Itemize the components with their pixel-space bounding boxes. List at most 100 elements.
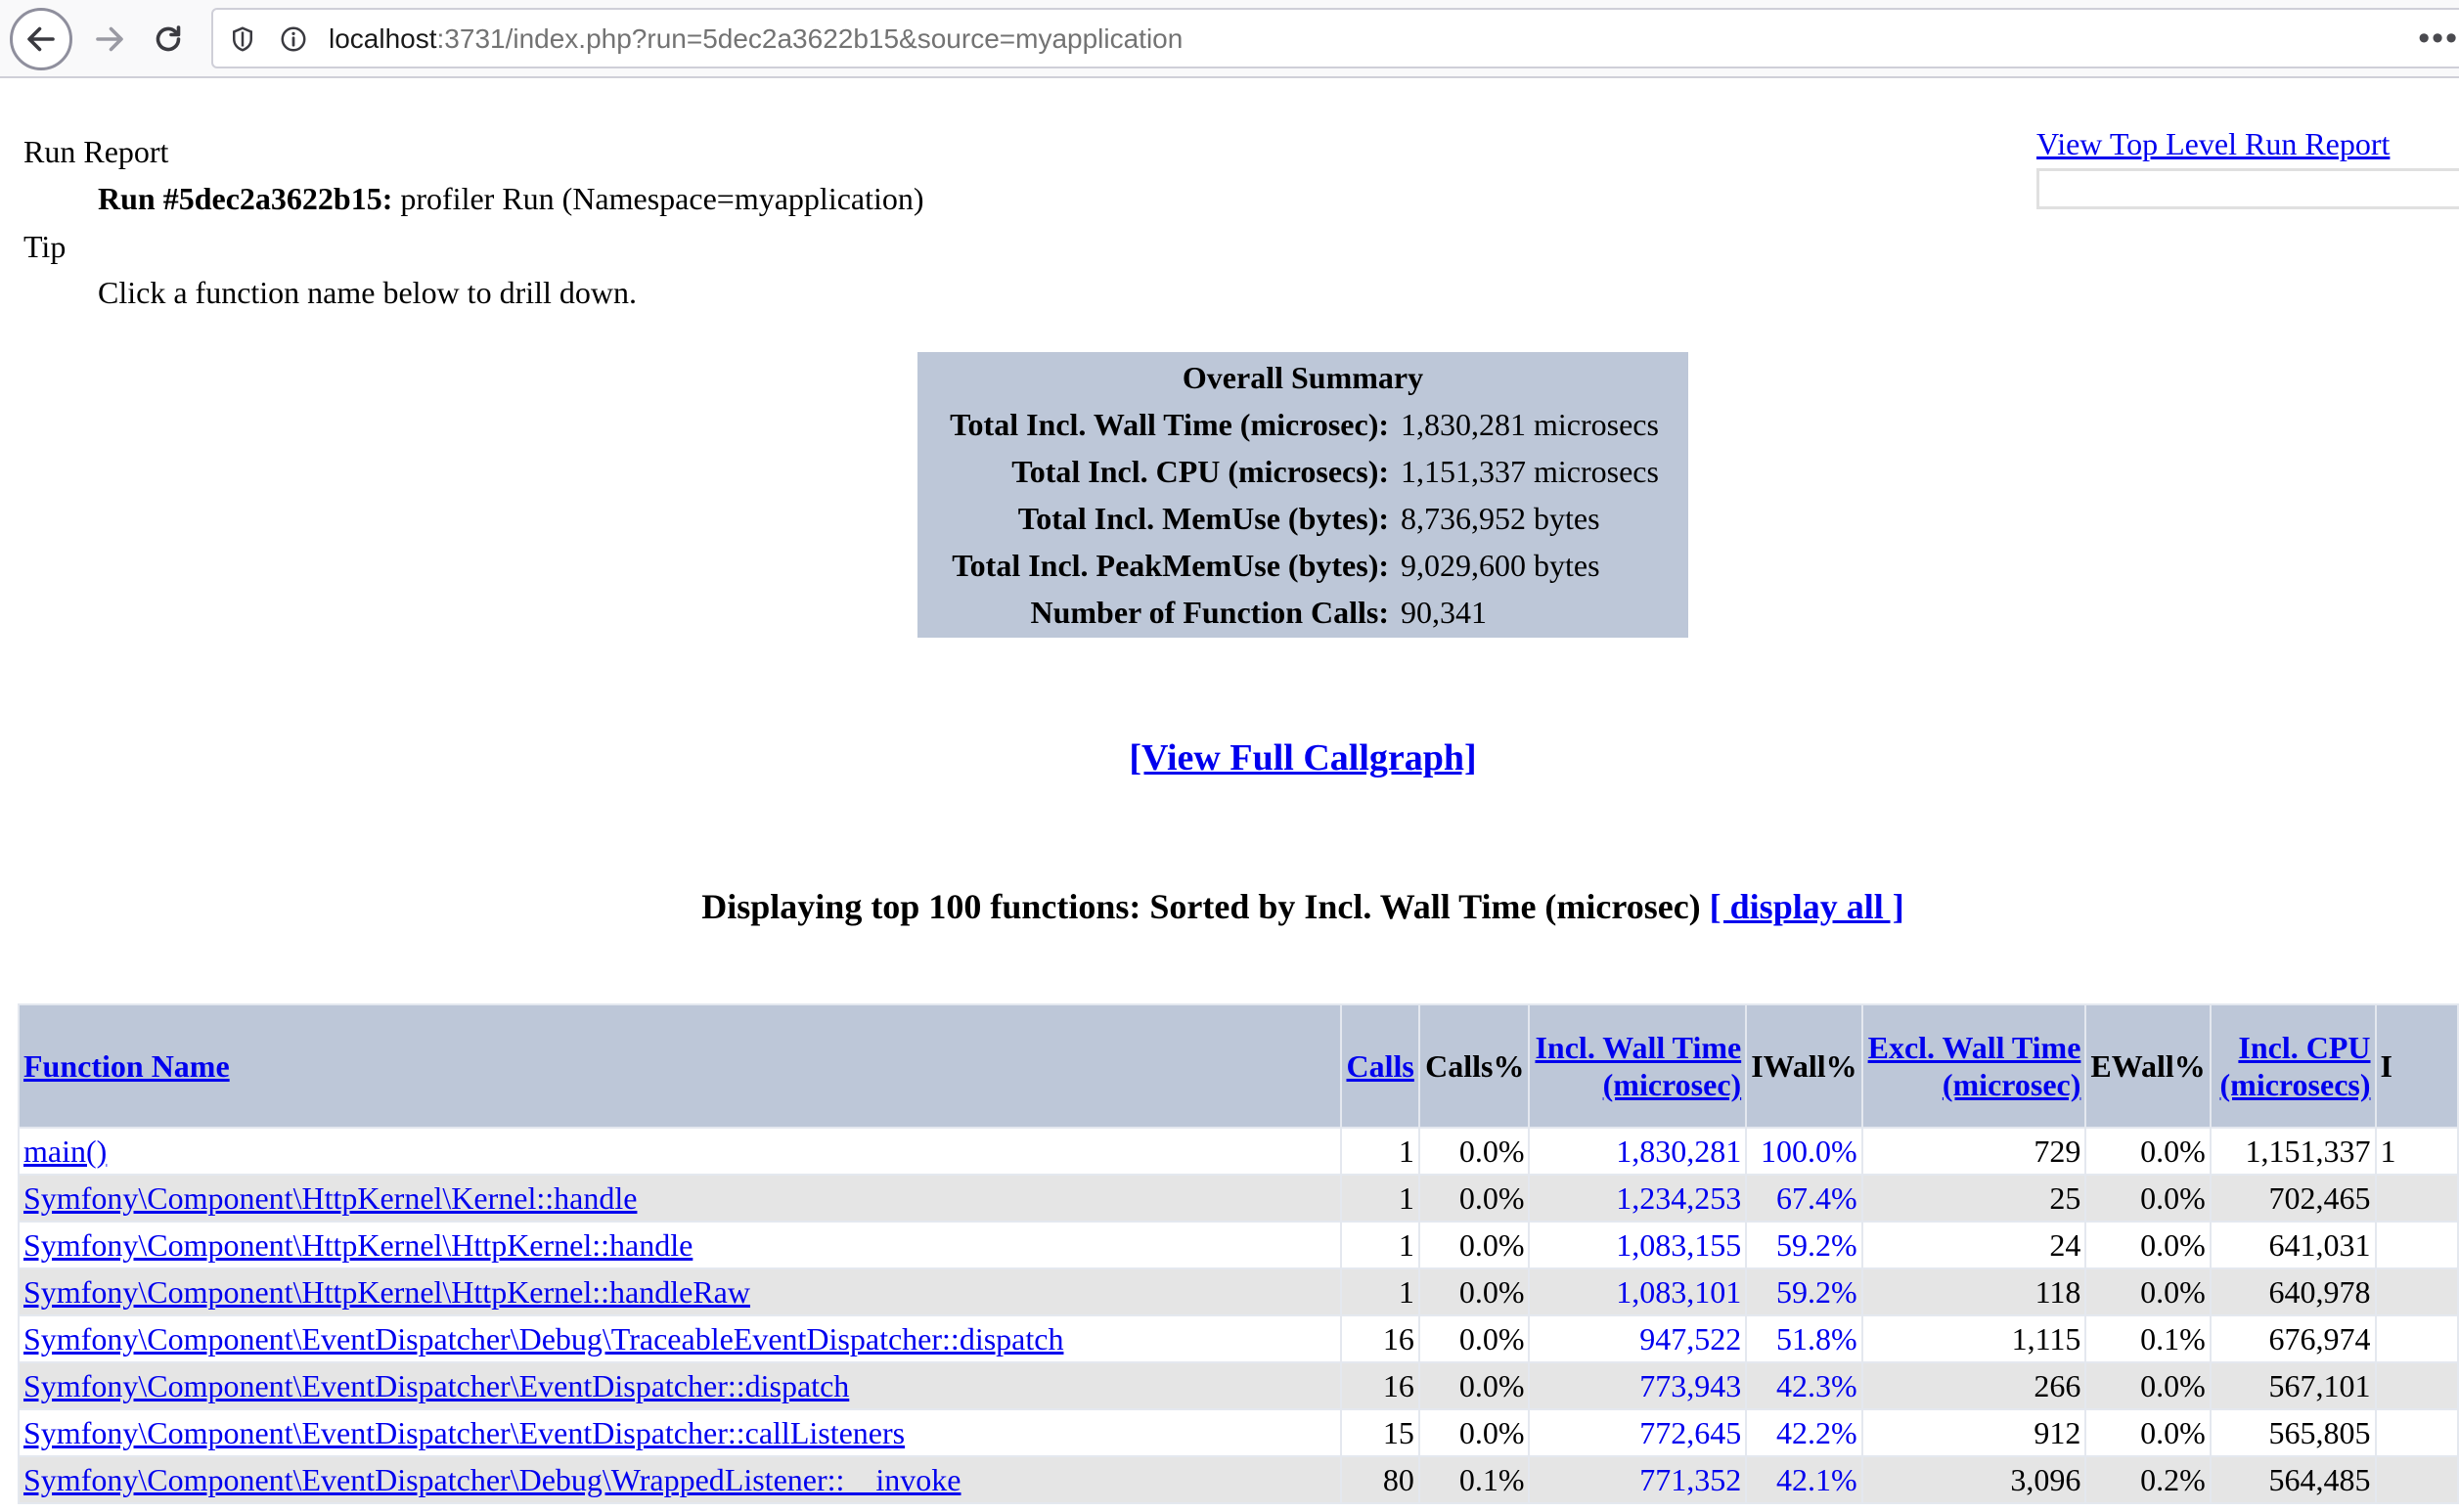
calls-cell: 1 (1339, 1127, 1420, 1176)
site-info-icon[interactable] (276, 22, 311, 57)
col-header-incl-cpu: Incl. CPU (microsecs) (2209, 1003, 2377, 1129)
reload-button[interactable] (137, 8, 200, 70)
ewall-pct-cell: 0.0% (2084, 1127, 2212, 1176)
summary-row: Total Incl. PeakMemUse (bytes): 9,029,600… (917, 542, 1688, 589)
calls-pct-cell: 0.0% (1417, 1221, 1531, 1269)
summary-label: Total Incl. PeakMemUse (bytes): (952, 547, 1389, 583)
function-link[interactable]: Symfony\Component\EventDispatcher\EventD… (23, 1368, 849, 1403)
function-link[interactable]: Symfony\Component\HttpKernel\Kernel::han… (23, 1180, 637, 1216)
page-content: Run Report Run #5dec2a3622b15: profiler … (0, 78, 2459, 1512)
incl-cpu-cell: 640,978 (2209, 1267, 2377, 1316)
table-row: Symfony\Component\EventDispatcher\EventD… (18, 1361, 2459, 1410)
overall-summary-table: Overall Summary Total Incl. Wall Time (m… (917, 352, 1688, 638)
display-all-link[interactable]: [ display all ] (1710, 887, 1904, 926)
function-link[interactable]: Symfony\Component\HttpKernel\HttpKernel:… (23, 1274, 750, 1310)
function-name-cell: Symfony\Component\HttpKernel\HttpKernel:… (18, 1221, 1342, 1269)
sort-calls-link[interactable]: Calls (1346, 1048, 1413, 1084)
function-name-cell: Symfony\Component\HttpKernel\Kernel::han… (18, 1174, 1342, 1223)
url-host: localhost (329, 23, 437, 54)
calls-pct-cell: 0.0% (1417, 1361, 1531, 1410)
address-bar[interactable]: localhost:3731/index.php?run=5dec2a3622b… (211, 8, 2459, 68)
calls-cell: 16 (1339, 1314, 1420, 1363)
incl-wall-cell: 771,352 (1528, 1455, 1748, 1504)
sort-function-name-link[interactable]: Function Name (23, 1048, 230, 1084)
calls-pct-cell: 0.0% (1417, 1408, 1531, 1457)
col-header-next: I (2374, 1003, 2459, 1129)
next-col-cell (2374, 1408, 2459, 1457)
sort-incl-cpu-link[interactable]: Incl. CPU (microsecs) (2220, 1030, 2371, 1102)
tip-label: Tip (23, 229, 67, 264)
displaying-text: Displaying top 100 functions: Sorted by … (701, 887, 1710, 926)
summary-row: Total Incl. CPU (microsecs): 1,151,337 mi… (917, 448, 1688, 495)
table-row: main() 1 0.0% 1,830,281 100.0% 729 0.0% … (18, 1127, 2459, 1176)
callgraph-section: [View Full Callgraph] (0, 735, 2459, 780)
table-header-row: Function Name Calls Calls% Incl. Wall Ti… (18, 1003, 2459, 1129)
summary-value: 1,151,337 microsecs (1401, 453, 1659, 489)
run-description: profiler Run (Namespace=myapplication) (400, 181, 924, 216)
table-row: Symfony\Component\HttpKernel\HttpKernel:… (18, 1221, 2459, 1269)
arrow-right-icon (96, 26, 123, 52)
function-name-cell: Symfony\Component\EventDispatcher\Debug\… (18, 1314, 1342, 1363)
calls-cell: 16 (1339, 1361, 1420, 1410)
function-table: Function Name Calls Calls% Incl. Wall Ti… (18, 1003, 2459, 1504)
summary-label: Total Incl. CPU (microsecs): (1011, 453, 1389, 489)
summary-row: Number of Function Calls: 90,341 (917, 589, 1688, 636)
iwall-pct-cell: 59.2% (1745, 1221, 1863, 1269)
summary-value: 90,341 (1401, 594, 1487, 630)
iwall-pct-cell: 59.2% (1745, 1267, 1863, 1316)
table-row: Symfony\Component\EventDispatcher\Debug\… (18, 1455, 2459, 1504)
function-link[interactable]: main() (23, 1134, 107, 1169)
arrow-left-icon (27, 26, 55, 52)
col-header-excl-wall: Excl. Wall Time (microsec) (1860, 1003, 2087, 1129)
sort-excl-wall-link[interactable]: Excl. Wall Time (microsec) (1868, 1030, 2081, 1102)
incl-cpu-cell: 641,031 (2209, 1221, 2377, 1269)
summary-value: 1,830,281 microsecs (1401, 406, 1659, 442)
incl-cpu-cell: 565,805 (2209, 1408, 2377, 1457)
function-link[interactable]: Symfony\Component\EventDispatcher\Debug\… (23, 1462, 961, 1497)
incl-cpu-cell: 564,485 (2209, 1455, 2377, 1504)
excl-wall-cell: 25 (1860, 1174, 2087, 1223)
next-col-cell (2374, 1314, 2459, 1363)
page-actions-menu-icon[interactable]: ••• (2418, 22, 2459, 55)
summary-title: Overall Summary (1182, 359, 1424, 395)
summary-label: Number of Function Calls: (1030, 594, 1389, 630)
calls-pct-cell: 0.0% (1417, 1314, 1531, 1363)
displaying-heading: Displaying top 100 functions: Sorted by … (0, 884, 2459, 929)
table-row: Symfony\Component\EventDispatcher\EventD… (18, 1408, 2459, 1457)
col-header-function-name: Function Name (18, 1003, 1342, 1129)
col-header-ewall-pct: EWall% (2084, 1003, 2212, 1129)
iwall-pct-cell: 67.4% (1745, 1174, 1863, 1223)
incl-wall-cell: 1,830,281 (1528, 1127, 1748, 1176)
excl-wall-cell: 729 (1860, 1127, 2087, 1176)
function-link[interactable]: Symfony\Component\EventDispatcher\EventD… (23, 1415, 905, 1450)
run-selector-box (2036, 168, 2459, 209)
tracking-shield-icon[interactable] (225, 22, 260, 57)
excl-wall-cell: 1,115 (1860, 1314, 2087, 1363)
summary-row: Total Incl. MemUse (bytes): 8,736,952 byt… (917, 495, 1688, 542)
back-button[interactable] (10, 8, 72, 70)
iwall-pct-cell: 42.3% (1745, 1361, 1863, 1410)
ewall-pct-cell: 0.0% (2084, 1361, 2212, 1410)
function-link[interactable]: Symfony\Component\EventDispatcher\Debug\… (23, 1321, 1063, 1356)
calls-pct-cell: 0.1% (1417, 1455, 1531, 1504)
ewall-pct-cell: 0.0% (2084, 1221, 2212, 1269)
sort-incl-wall-link[interactable]: Incl. Wall Time (microsec) (1535, 1030, 1741, 1102)
url-text[interactable]: localhost:3731/index.php?run=5dec2a3622b… (329, 22, 1183, 56)
forward-button[interactable] (78, 8, 141, 70)
view-top-level-run-report-link[interactable]: View Top Level Run Report (2036, 125, 2390, 162)
calls-pct-cell: 0.0% (1417, 1127, 1531, 1176)
function-link[interactable]: Symfony\Component\HttpKernel\HttpKernel:… (23, 1227, 693, 1263)
function-name-cell: Symfony\Component\EventDispatcher\EventD… (18, 1361, 1342, 1410)
next-col-cell (2374, 1221, 2459, 1269)
view-full-callgraph-link[interactable]: [View Full Callgraph] (1129, 737, 1476, 778)
incl-cpu-header-line2: (microsecs) (2219, 1067, 2371, 1102)
next-col-cell (2374, 1455, 2459, 1504)
calls-pct-cell: 0.0% (1417, 1267, 1531, 1316)
excl-wall-cell: 24 (1860, 1221, 2087, 1269)
ewall-pct-cell: 0.2% (2084, 1455, 2212, 1504)
url-path: :3731/index.php?run=5dec2a3622b15&source… (436, 23, 1184, 54)
run-info: Run #5dec2a3622b15: profiler Run (Namesp… (98, 180, 924, 217)
summary-value: 8,736,952 bytes (1401, 500, 1600, 536)
next-col-cell (2374, 1174, 2459, 1223)
calls-cell: 1 (1339, 1267, 1420, 1316)
